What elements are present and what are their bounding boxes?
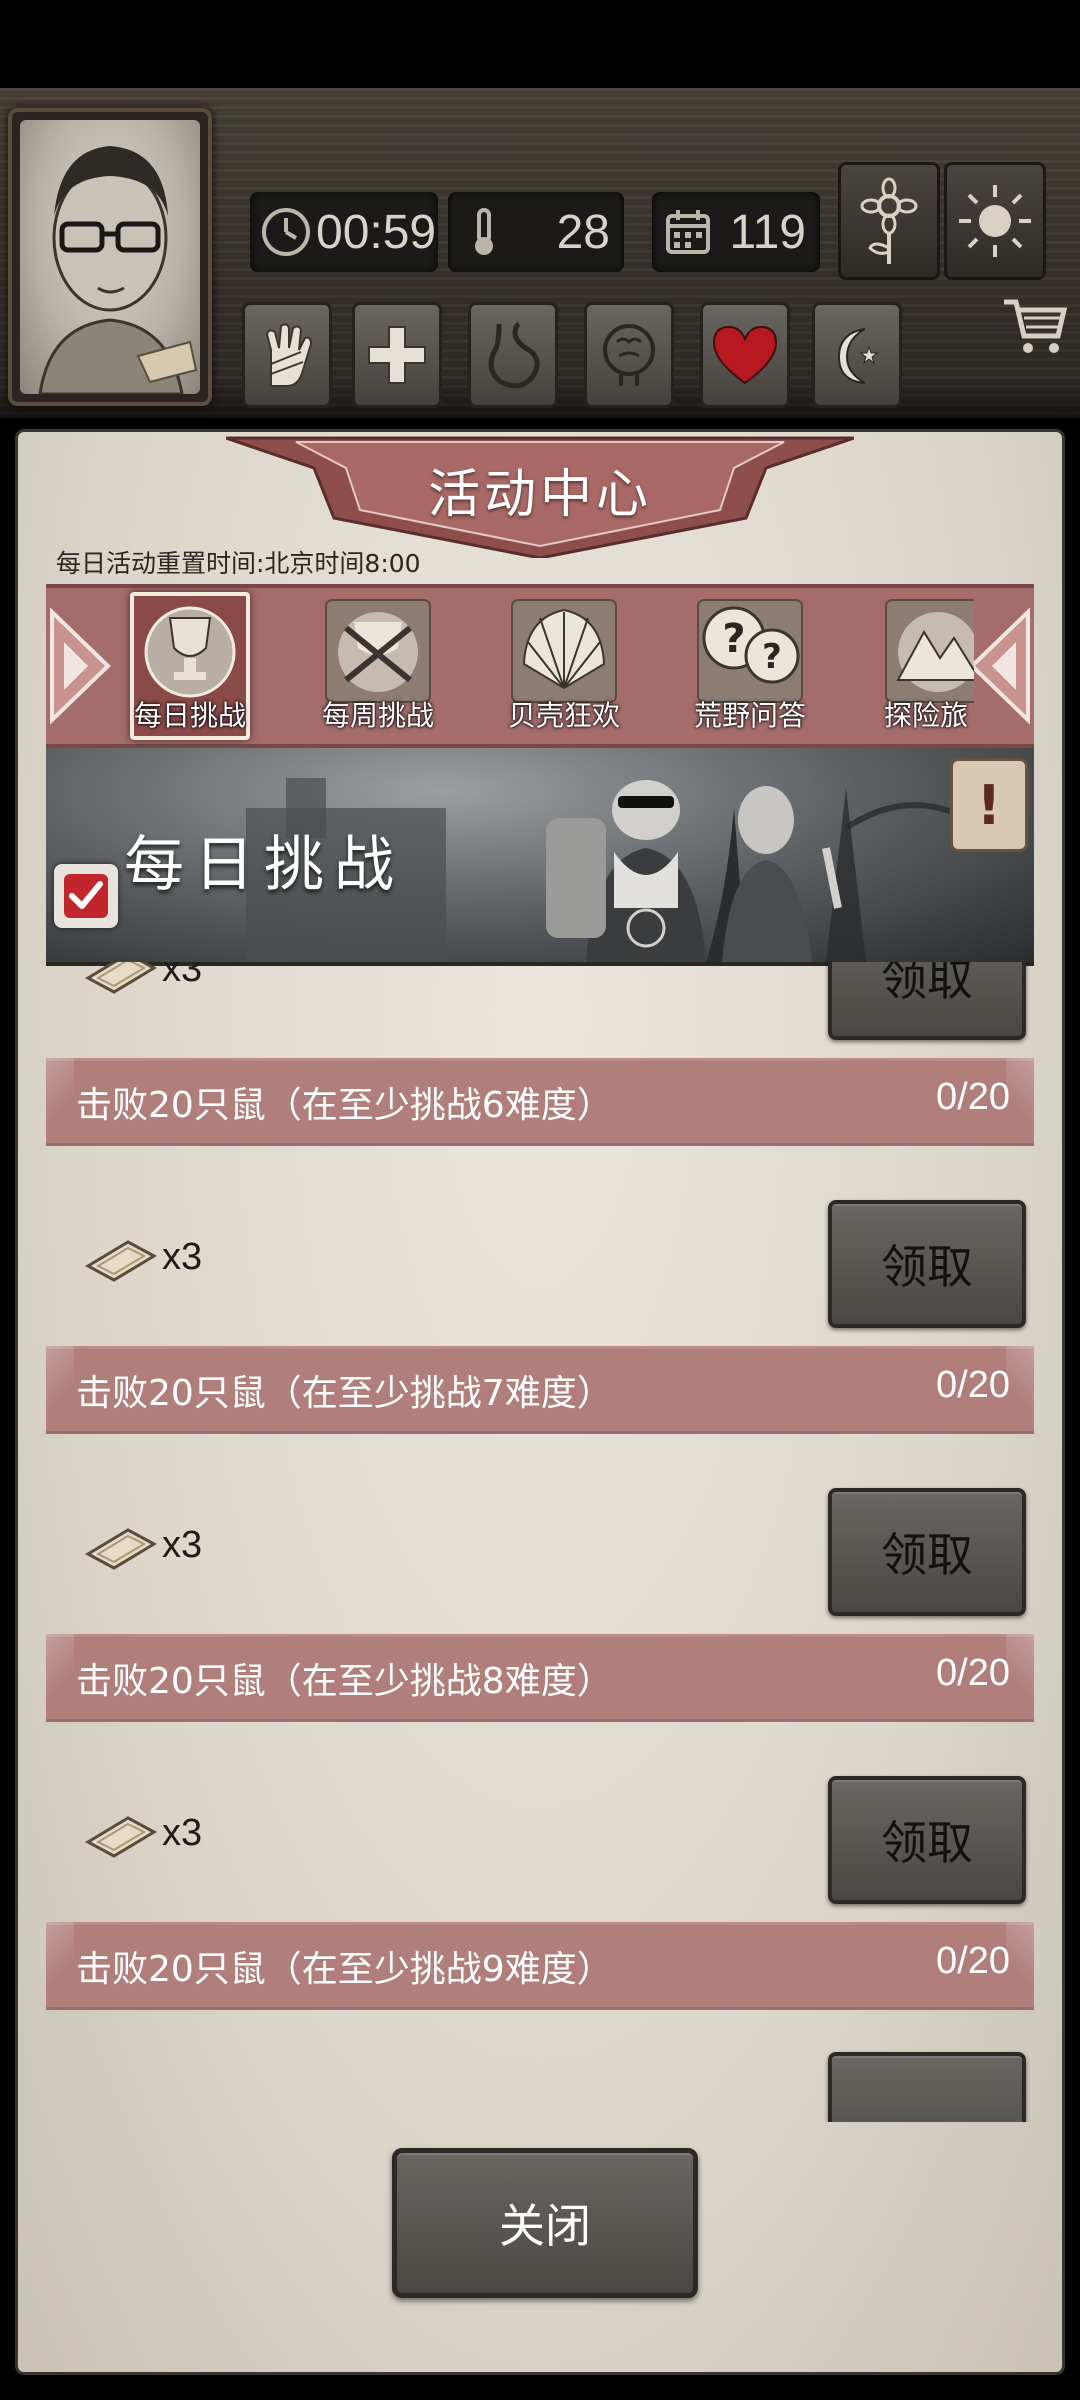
character-portrait[interactable] [8, 108, 212, 406]
task-bar: 击败20只鼠（在至少挑战8难度） 0/20 [46, 1634, 1034, 1722]
svg-text:?: ? [762, 637, 782, 677]
title-banner: 活动中心 [226, 428, 854, 558]
event-banner: 每日挑战 ! [46, 748, 1034, 966]
task-description: 击败20只鼠（在至少挑战7难度） [76, 1373, 613, 1414]
sun-icon [959, 185, 1031, 257]
day-value: 119 [729, 205, 806, 259]
seashell-icon [511, 599, 617, 703]
task-bar: 击败20只鼠（在至少挑战6难度） 0/20 [46, 1058, 1034, 1146]
trophy-icon [144, 606, 236, 698]
task-item: x3 领取 击败20只鼠（在至少挑战8难度） 0/20 [46, 1448, 1034, 1736]
tab-label: 每日挑战 [133, 699, 246, 732]
flower-icon [860, 177, 918, 264]
reward-quantity: x3 [162, 962, 203, 990]
temperature-value: 28 [556, 205, 610, 259]
reward-row: x3 领取 [46, 1160, 1034, 1360]
tab-daily-challenge[interactable]: 每日挑战 [130, 592, 250, 740]
task-item: x3 领取 击败20只鼠（在至少挑战9难度） 0/20 [46, 1736, 1034, 2024]
tab-label: 荒野问答 [693, 699, 806, 732]
claim-button[interactable]: 领取 [828, 962, 1026, 1040]
weather-button[interactable] [944, 162, 1046, 280]
task-item: x3 领取 击败20只鼠（在至少挑战7难度） 0/20 [46, 1160, 1034, 1448]
tab-label: 每周挑战 [321, 699, 434, 732]
task-description: 击败20只鼠（在至少挑战6难度） [76, 1085, 613, 1126]
scroll-icon [84, 1816, 158, 1858]
reward-quantity: x3 [162, 1812, 203, 1854]
page-title: 活动中心 [427, 465, 652, 525]
temperature-display: 28 [448, 192, 624, 272]
reset-time-note: 每日活动重置时间:北京时间8:00 [56, 549, 421, 578]
task-bar: 击败20只鼠（在至少挑战9难度） 0/20 [46, 1922, 1034, 2010]
tab-expedition[interactable]: 探险旅 [878, 592, 974, 740]
skill-hand-button[interactable] [242, 302, 332, 408]
task-description: 击败20只鼠（在至少挑战8难度） [76, 1661, 613, 1702]
question-bubbles-icon: ? ? [697, 599, 803, 703]
event-checkbox[interactable] [54, 864, 118, 928]
task-progress: 0/20 [936, 1364, 1010, 1406]
shopping-cart-icon[interactable] [1000, 290, 1070, 360]
brain-icon [603, 324, 655, 386]
skill-brain-button[interactable] [584, 302, 674, 408]
clock-icon [262, 208, 310, 256]
claim-button[interactable]: 领取 [828, 1488, 1026, 1616]
tab-prev-arrow-icon[interactable] [48, 608, 114, 724]
task-item [46, 2024, 1034, 2122]
reward-quantity: x3 [162, 1524, 203, 1566]
scroll-icon [84, 1528, 158, 1570]
svg-text:?: ? [722, 616, 745, 662]
event-title: 每日挑战 [124, 830, 404, 900]
expedition-icon [885, 599, 974, 703]
calendar-icon [666, 210, 710, 254]
day-display: 119 [652, 192, 820, 272]
app-root: 00:59 28 119 活动中心 每日活动重置时间:北京时间8:00 每日挑战… [0, 0, 1080, 2400]
skill-moon-button[interactable] [812, 302, 902, 408]
reward-row: x3 领取 [46, 1448, 1034, 1648]
claim-button[interactable] [828, 2052, 1026, 2122]
event-info-button[interactable]: ! [950, 758, 1028, 852]
task-progress: 0/20 [936, 1652, 1010, 1694]
task-description: 击败20只鼠（在至少挑战9难度） [76, 1949, 613, 1990]
stomach-icon [488, 321, 540, 389]
thermometer-icon [475, 208, 493, 255]
flower-button[interactable] [838, 162, 940, 280]
close-button[interactable]: 关闭 [392, 2148, 698, 2298]
timer-value: 00:59 [316, 205, 437, 259]
hand-icon [265, 323, 313, 387]
tab-next-arrow-icon[interactable] [966, 608, 1032, 724]
skill-heart-button[interactable] [700, 302, 790, 408]
health-cross-icon [368, 326, 426, 384]
checkmark-icon [64, 874, 108, 918]
scroll-icon [84, 962, 158, 994]
task-progress: 0/20 [936, 1940, 1010, 1982]
task-bar: 击败20只鼠（在至少挑战7难度） 0/20 [46, 1346, 1034, 1434]
task-item: x3 领取 击败20只鼠（在至少挑战6难度） 0/20 [46, 962, 1034, 1160]
scroll-icon [84, 1240, 158, 1282]
reward-quantity: x3 [162, 1236, 203, 1278]
tab-shell-carnival[interactable]: 贝壳狂欢 [504, 592, 624, 740]
reward-row: x3 领取 [46, 1736, 1034, 1936]
activity-tab-strip: 每日挑战 每周挑战 贝壳狂欢 ? ? 荒野问答 探险旅 [46, 584, 1034, 748]
task-list[interactable]: x3 领取 击败20只鼠（在至少挑战6难度） 0/20 x3 领取 击败20只鼠… [46, 962, 1034, 2122]
claim-button[interactable]: 领取 [828, 1776, 1026, 1904]
heart-icon [712, 325, 778, 385]
reward-row: x3 领取 [46, 962, 1034, 1072]
tab-weekly-challenge[interactable]: 每周挑战 [318, 592, 438, 740]
tab-wild-quiz[interactable]: ? ? 荒野问答 [690, 592, 810, 740]
skill-health-button[interactable] [352, 302, 442, 408]
claim-button[interactable]: 领取 [828, 1200, 1026, 1328]
moon-icon [837, 328, 879, 384]
portrait-image [20, 120, 200, 394]
task-progress: 0/20 [936, 1076, 1010, 1118]
tab-label: 贝壳狂欢 [507, 699, 620, 732]
skill-stomach-button[interactable] [468, 302, 558, 408]
crossed-swords-icon [325, 599, 431, 703]
timer-display: 00:59 [250, 192, 438, 272]
tab-label: 探险旅 [883, 699, 968, 732]
reward-row [46, 2024, 1034, 2122]
